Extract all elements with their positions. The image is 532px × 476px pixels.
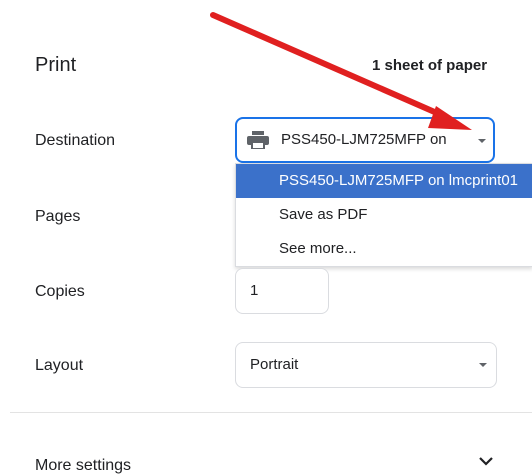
copies-input[interactable]: 1 (235, 268, 329, 314)
destination-option-see-more[interactable]: See more... (236, 232, 532, 266)
more-settings-label[interactable]: More settings (35, 457, 131, 475)
dialog-title: Print (35, 54, 77, 76)
divider (10, 412, 532, 413)
destination-dropdown: PSS450-LJM725MFP on lmcprint01 Save as P… (235, 163, 532, 267)
chevron-down-icon (479, 363, 487, 367)
expand-chevron-icon[interactable] (478, 456, 494, 466)
destination-label: Destination (35, 132, 116, 149)
layout-value: Portrait (250, 356, 299, 373)
sheet-count: 1 sheet of paper (372, 57, 488, 74)
destination-select[interactable]: PSS450-LJM725MFP on (235, 117, 495, 163)
destination-option-printer[interactable]: PSS450-LJM725MFP on lmcprint01 (236, 164, 532, 198)
pages-label: Pages (35, 208, 81, 225)
layout-label: Layout (35, 357, 84, 374)
chevron-down-icon (478, 139, 486, 143)
printer-icon (247, 131, 269, 149)
destination-option-save-pdf[interactable]: Save as PDF (236, 198, 532, 232)
destination-value: PSS450-LJM725MFP on (281, 131, 447, 148)
layout-select[interactable]: Portrait (235, 342, 497, 388)
copies-label: Copies (35, 283, 85, 300)
